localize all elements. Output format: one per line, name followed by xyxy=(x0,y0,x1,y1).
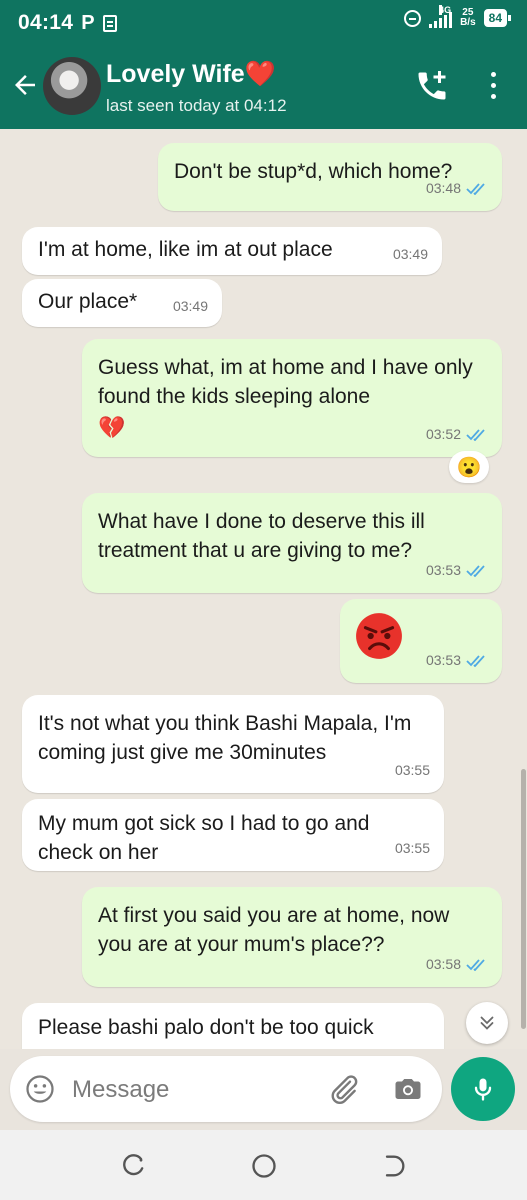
message-meta: 03:53 xyxy=(426,646,488,675)
outgoing-message[interactable]: At first you said you are at home, now y… xyxy=(82,887,502,987)
camera-icon[interactable] xyxy=(392,1074,424,1104)
heart-emoji: ❤️ xyxy=(244,60,276,88)
emoji-icon[interactable] xyxy=(25,1074,55,1104)
message-meta: 03:48 xyxy=(426,174,488,203)
message-meta: 03:49 xyxy=(173,292,208,321)
status-bar: 04:14 P 4G 25 B/s 84 xyxy=(0,0,527,46)
back-icon[interactable] xyxy=(380,1152,408,1180)
avatar[interactable] xyxy=(43,57,101,115)
network-speed: 25 B/s xyxy=(460,8,476,28)
mic-button[interactable] xyxy=(451,1057,515,1121)
chevron-double-down-icon xyxy=(480,1016,494,1030)
message-time: 03:58 xyxy=(425,956,461,972)
outgoing-message[interactable]: 03:53 xyxy=(340,599,502,683)
read-ticks-icon xyxy=(466,959,485,971)
parking-icon: P xyxy=(81,11,95,34)
message-time: 03:48 xyxy=(425,180,461,196)
message-reaction[interactable]: 😮 xyxy=(449,451,489,483)
home-icon[interactable] xyxy=(250,1152,278,1180)
message-input[interactable] xyxy=(70,1068,324,1112)
system-nav-bar xyxy=(0,1130,527,1200)
incoming-message[interactable]: It's not what you think Bashi Mapala, I'… xyxy=(22,695,444,793)
outgoing-message[interactable]: What have I done to deserve this ill tre… xyxy=(82,493,502,593)
angry-face-emoji xyxy=(356,613,402,659)
mic-icon xyxy=(474,1078,492,1101)
message-meta: 03:55 xyxy=(395,834,430,863)
message-meta: 03:55 xyxy=(395,756,430,785)
scrollbar[interactable] xyxy=(521,769,526,1029)
message-time: 03:53 xyxy=(425,562,461,578)
battery-icon: 84 xyxy=(483,9,511,27)
message-time: 03:53 xyxy=(425,652,461,668)
incoming-message[interactable]: I'm at home, like im at out place 03:49 xyxy=(22,227,442,275)
message-text: It's not what you think Bashi Mapala, I'… xyxy=(38,712,412,764)
message-meta: 03:58 xyxy=(426,950,488,979)
sim-card-icon xyxy=(102,14,117,32)
outgoing-message[interactable]: Guess what, im at home and I have only f… xyxy=(82,339,502,457)
battery-level: 84 xyxy=(483,9,507,27)
contact-name[interactable]: Lovely Wife❤️ xyxy=(106,60,276,89)
message-text: I'm at home, like im at out place xyxy=(38,238,333,261)
contact-name-text: Lovely Wife xyxy=(106,60,245,88)
message-meta: 03:53 xyxy=(426,556,488,585)
scroll-down-button[interactable] xyxy=(466,1002,508,1044)
incoming-message[interactable]: My mum got sick so I had to go and check… xyxy=(22,799,444,871)
read-ticks-icon xyxy=(466,655,485,667)
recent-apps-icon[interactable] xyxy=(120,1152,148,1180)
incoming-message[interactable]: Our place* 03:49 xyxy=(22,279,222,327)
incoming-message[interactable]: Please bashi palo don't be too quick xyxy=(22,1003,444,1049)
message-meta: 03:52 xyxy=(426,420,488,449)
chat-header: Lovely Wife❤️ last seen today at 04:12 xyxy=(0,46,527,129)
status-indicators: 4G 25 B/s 84 xyxy=(404,5,511,28)
message-composer xyxy=(10,1056,442,1122)
chat-area[interactable]: Don't be stup*d, which home? 03:48 I'm a… xyxy=(0,129,527,1049)
network-type: 4G xyxy=(439,5,452,15)
surprised-emoji: 😮 xyxy=(456,456,482,479)
call-add-icon[interactable] xyxy=(414,68,450,104)
message-meta: 03:49 xyxy=(393,240,428,269)
message-time: 03:52 xyxy=(425,426,461,442)
back-arrow-icon[interactable] xyxy=(10,70,40,100)
message-text: Please bashi palo don't be too quick xyxy=(38,1016,374,1039)
message-time: 03:49 xyxy=(392,246,428,262)
read-ticks-icon xyxy=(466,183,485,195)
do-not-disturb-icon xyxy=(404,9,422,27)
read-ticks-icon xyxy=(466,565,485,577)
message-body: Guess what, im at home and I have only f… xyxy=(98,356,473,408)
outgoing-message[interactable]: Don't be stup*d, which home? 03:48 xyxy=(158,143,502,211)
attach-icon[interactable] xyxy=(328,1073,360,1105)
message-time: 03:49 xyxy=(172,298,208,314)
last-seen-status: last seen today at 04:12 xyxy=(106,96,287,115)
message-time: 03:55 xyxy=(394,840,430,856)
message-text: My mum got sick so I had to go and check… xyxy=(38,812,370,864)
signal-icon: 4G xyxy=(429,5,453,28)
more-vert-icon[interactable] xyxy=(488,72,498,102)
read-ticks-icon xyxy=(466,429,485,441)
message-time: 03:55 xyxy=(394,762,430,778)
status-time: 04:14 xyxy=(18,11,74,34)
network-speed-unit: B/s xyxy=(460,17,476,28)
